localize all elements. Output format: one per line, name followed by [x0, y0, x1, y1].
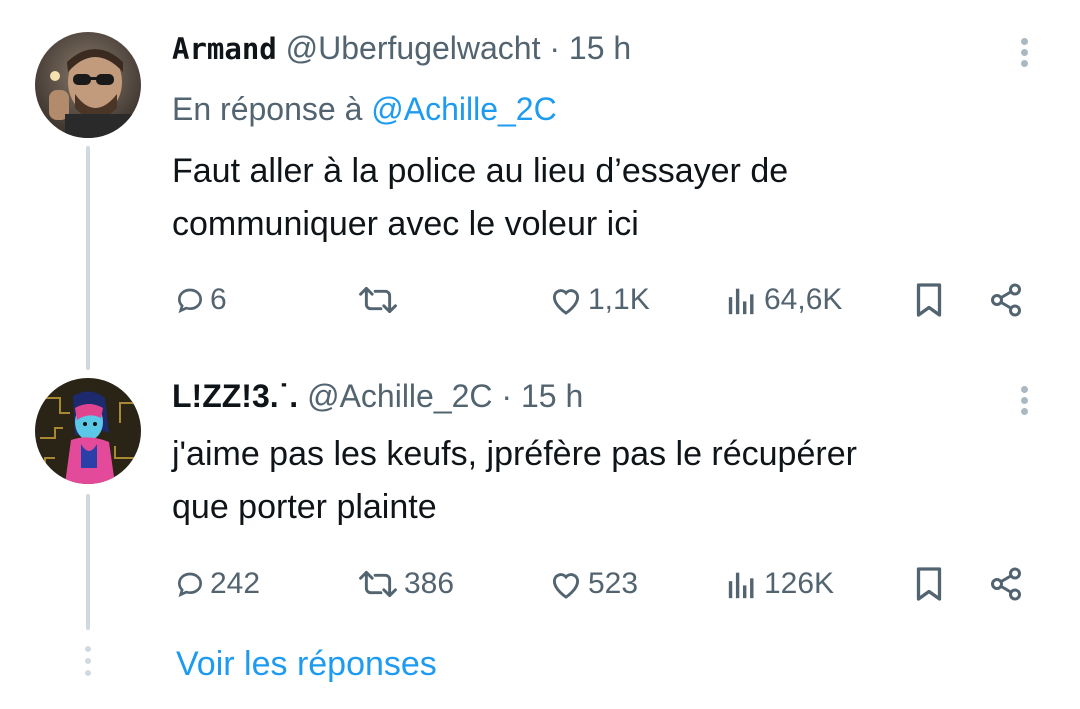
bookmark-button[interactable]	[914, 280, 944, 320]
share-button[interactable]	[988, 280, 1024, 320]
heart-icon	[552, 573, 580, 599]
separator: ·	[549, 30, 561, 66]
more-options-button[interactable]	[1014, 382, 1034, 422]
dot-icon	[1020, 408, 1028, 415]
bookmark-icon	[916, 567, 942, 601]
dot-icon	[1020, 38, 1028, 45]
retweet-count: 386	[404, 567, 455, 600]
reply-count: 242	[210, 567, 261, 600]
reply-mention-link[interactable]: @Achille_2C	[371, 91, 556, 127]
heart-icon	[552, 289, 580, 315]
reply-button[interactable]: 6	[174, 280, 227, 320]
dot-icon	[85, 670, 91, 676]
tweet-text-line: communiquer avec le voleur ici	[172, 205, 639, 243]
retweet-icon	[359, 570, 397, 598]
dot-icon	[1020, 49, 1028, 56]
views-button[interactable]: 126K	[726, 564, 834, 604]
tweet-text-line: Faut aller à la police au lieu d’essayer…	[172, 152, 789, 190]
retweet-button[interactable]: 386	[356, 564, 454, 604]
reply-icon	[177, 288, 203, 314]
like-count: 1,1K	[588, 283, 650, 316]
user-handle[interactable]: @Uberfugelwacht	[286, 30, 541, 66]
tweet-text: Faut aller à la police au lieu d’essayer…	[172, 145, 1032, 251]
dot-icon	[85, 646, 91, 652]
show-replies-link[interactable]: Voir les réponses	[176, 642, 437, 686]
avatar[interactable]	[35, 32, 141, 138]
man-with-sunglasses-smoking-avatar-icon	[35, 32, 141, 138]
reply-icon	[177, 572, 203, 598]
tweet-text-line: j'aime pas les keufs, jpréfère pas le ré…	[172, 435, 857, 473]
share-icon	[991, 283, 1021, 317]
more-options-button[interactable]	[1014, 34, 1034, 74]
avatar[interactable]	[35, 378, 141, 484]
thread-line	[86, 494, 90, 630]
dot-icon	[1020, 386, 1028, 393]
display-name[interactable]: L!ZZ!3.˙.	[172, 378, 298, 414]
reply-count: 6	[210, 283, 227, 316]
share-icon	[991, 567, 1021, 601]
reply-context: En réponse à @Achille_2C	[172, 88, 557, 130]
views-count: 126K	[764, 567, 835, 600]
timestamp[interactable]: 15 h	[521, 378, 583, 414]
tweet-text-line: que porter plainte	[172, 488, 437, 526]
views-button[interactable]: 64,6K	[726, 280, 842, 320]
views-chart-icon	[728, 572, 754, 599]
timestamp[interactable]: 15 h	[569, 30, 631, 66]
like-button[interactable]: 523	[548, 564, 638, 604]
neon-cyberpunk-girl-avatar-icon	[35, 378, 141, 484]
like-button[interactable]: 1,1K	[548, 280, 650, 320]
retweet-icon	[359, 286, 397, 314]
tweet-header: Armand @Uberfugelwacht · 15 h	[172, 28, 631, 69]
user-handle[interactable]: @Achille_2C	[307, 378, 492, 414]
retweet-button[interactable]	[356, 280, 404, 320]
dot-icon	[1020, 397, 1028, 404]
reply-button[interactable]: 242	[174, 564, 260, 604]
share-button[interactable]	[988, 564, 1024, 604]
separator: ·	[501, 378, 513, 414]
views-chart-icon	[728, 288, 754, 315]
dot-icon	[85, 658, 91, 664]
thread-continuation-dots	[82, 646, 94, 682]
bookmark-icon	[916, 283, 942, 317]
tweet-header: L!ZZ!3.˙. @Achille_2C · 15 h	[172, 376, 583, 416]
reply-prefix: En réponse à	[172, 91, 363, 127]
tweet-text: j'aime pas les keufs, jpréfère pas le ré…	[172, 428, 1032, 534]
views-count: 64,6K	[764, 283, 843, 316]
like-count: 523	[588, 567, 639, 600]
thread-line	[86, 146, 90, 370]
bookmark-button[interactable]	[914, 564, 944, 604]
dot-icon	[1020, 60, 1028, 67]
display-name[interactable]: Armand	[172, 32, 277, 66]
